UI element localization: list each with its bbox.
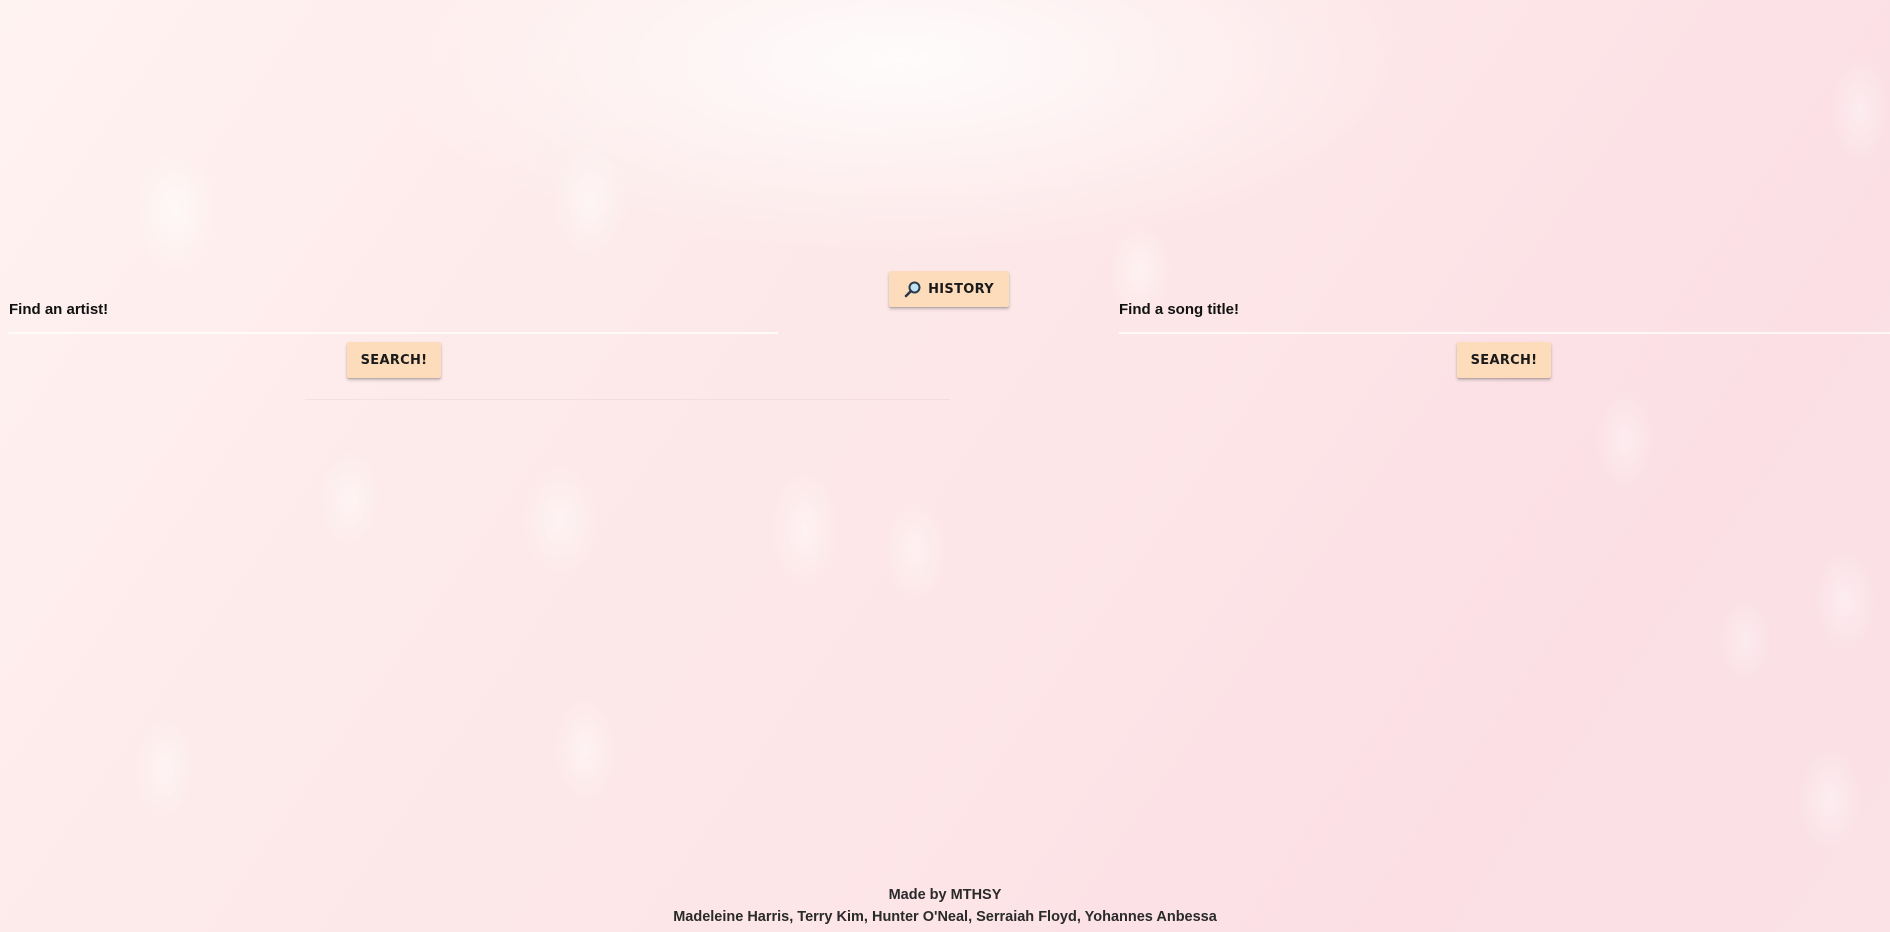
results-divider: [305, 399, 950, 400]
find-artist-label: Find an artist!: [9, 301, 109, 318]
footer-credit: Made by MTHSY: [888, 887, 1002, 903]
search-artist-button[interactable]: SEARCH!: [347, 342, 441, 378]
footer-team-names: Madeleine Harris, Terry Kim, Hunter O'Ne…: [673, 909, 1217, 925]
magnifier-icon: [904, 281, 921, 298]
artist-search-input[interactable]: [8, 332, 778, 334]
song-search-input[interactable]: [1119, 332, 1890, 334]
find-song-label: Find a song title!: [1119, 301, 1239, 318]
history-button[interactable]: HISTORY: [889, 271, 1009, 307]
history-button-label: HISTORY: [928, 281, 994, 297]
search-song-button[interactable]: SEARCH!: [1457, 342, 1551, 378]
